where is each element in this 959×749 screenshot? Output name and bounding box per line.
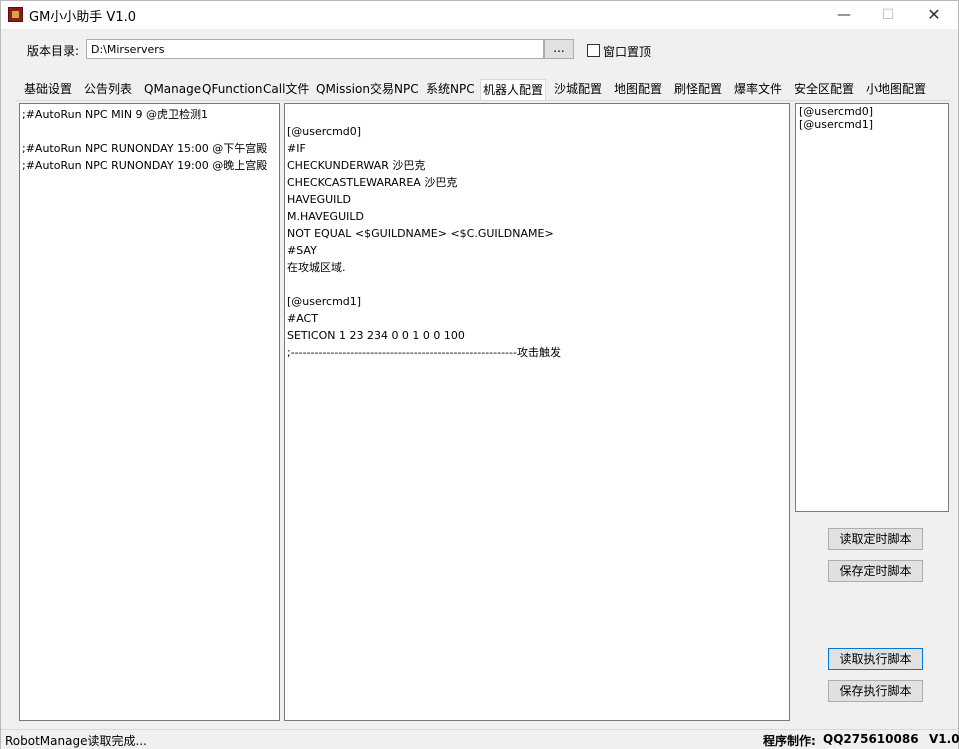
- script-line: NOT EQUAL <$GUILDNAME> <$C.GUILDNAME>: [287, 227, 554, 240]
- status-author: QQ275610086: [823, 732, 919, 746]
- close-button[interactable]: ✕: [911, 1, 957, 29]
- app-icon: [8, 7, 23, 22]
- status-bar: RobotManage读取完成... 程序制作: QQ275610086 V1.…: [1, 729, 959, 749]
- main-window: GM小小助手 V1.0 — ☐ ✕ 版本目录: ... 窗口置顶 基础设置公告列…: [0, 0, 959, 749]
- tab-8[interactable]: 机器人配置: [480, 79, 547, 101]
- tab-1[interactable]: 公告列表: [82, 79, 135, 101]
- tab-14[interactable]: 小地图配置: [864, 79, 929, 101]
- window-title: GM小小助手 V1.0: [29, 10, 136, 25]
- script-line: [287, 276, 787, 293]
- read-timer-script-button[interactable]: 读取定时脚本: [828, 528, 923, 550]
- minimize-button[interactable]: —: [821, 1, 867, 29]
- script-line: ;#AutoRun NPC RUNONDAY 15:00 @下午宫殿: [22, 142, 268, 155]
- script-line: CHECKUNDERWAR 沙巴克: [287, 159, 426, 172]
- tab-13[interactable]: 安全区配置: [792, 79, 857, 101]
- topmost-checkbox[interactable]: [587, 44, 600, 57]
- script-line: #IF: [287, 142, 306, 155]
- title-bar[interactable]: GM小小助手 V1.0 — ☐ ✕: [1, 1, 958, 29]
- script-line: HAVEGUILD: [287, 193, 351, 206]
- directory-input[interactable]: [86, 39, 544, 59]
- save-timer-script-button[interactable]: 保存定时脚本: [828, 560, 923, 582]
- tab-9[interactable]: 沙城配置: [552, 79, 605, 101]
- tab-0[interactable]: 基础设置: [22, 79, 75, 101]
- tab-7[interactable]: 系统NPC: [424, 79, 477, 101]
- script-line: M.HAVEGUILD: [287, 210, 364, 223]
- read-exec-script-button[interactable]: 读取执行脚本: [828, 648, 923, 670]
- tab-10[interactable]: 地图配置: [612, 79, 665, 101]
- status-version: V1.0: [929, 732, 959, 746]
- status-message: RobotManage读取完成...: [5, 734, 147, 748]
- tab-6[interactable]: 交易NPC: [368, 79, 421, 101]
- tab-divider: [15, 100, 950, 101]
- tab-5[interactable]: QMission: [314, 79, 372, 101]
- script-line: ;---------------------------------------…: [287, 346, 561, 359]
- script-line: CHECKCASTLEWARAREA 沙巴克: [287, 176, 458, 189]
- topmost-label: 窗口置顶: [603, 45, 652, 59]
- maximize-button[interactable]: ☐: [865, 1, 911, 29]
- browse-button[interactable]: ...: [544, 39, 574, 59]
- script-line: [22, 123, 277, 140]
- tab-2[interactable]: QManage: [142, 79, 204, 101]
- script-line: [@usercmd0]: [287, 125, 362, 138]
- timer-script-editor[interactable]: ;#AutoRun NPC MIN 9 @虎卫检测1 ;#AutoRun NPC …: [19, 103, 280, 721]
- list-item: [@usercmd1]: [799, 118, 874, 131]
- script-line: [@usercmd1]: [287, 295, 362, 308]
- script-line: #SAY: [287, 244, 317, 257]
- command-list[interactable]: [@usercmd0] [@usercmd1]: [795, 103, 949, 512]
- tab-3[interactable]: QFunction: [200, 79, 265, 101]
- status-author-label: 程序制作:: [763, 734, 816, 748]
- tab-12[interactable]: 爆率文件: [732, 79, 785, 101]
- script-line: ;#AutoRun NPC MIN 9 @虎卫检测1: [22, 108, 209, 121]
- list-item: [@usercmd0]: [799, 105, 874, 118]
- script-line: SETICON 1 23 234 0 0 1 0 0 100: [287, 329, 465, 342]
- save-exec-script-button[interactable]: 保存执行脚本: [828, 680, 923, 702]
- directory-label: 版本目录:: [27, 44, 80, 58]
- script-line: ;#AutoRun NPC RUNONDAY 19:00 @晚上宫殿: [22, 159, 268, 172]
- exec-script-editor[interactable]: [@usercmd0] #IF CHECKUNDERWAR 沙巴克 CHECKCAST…: [284, 103, 790, 721]
- script-line: #ACT: [287, 312, 318, 325]
- tab-4[interactable]: Call文件: [261, 79, 312, 101]
- script-line: 在攻城区域.: [287, 261, 346, 274]
- tab-11[interactable]: 刷怪配置: [672, 79, 725, 101]
